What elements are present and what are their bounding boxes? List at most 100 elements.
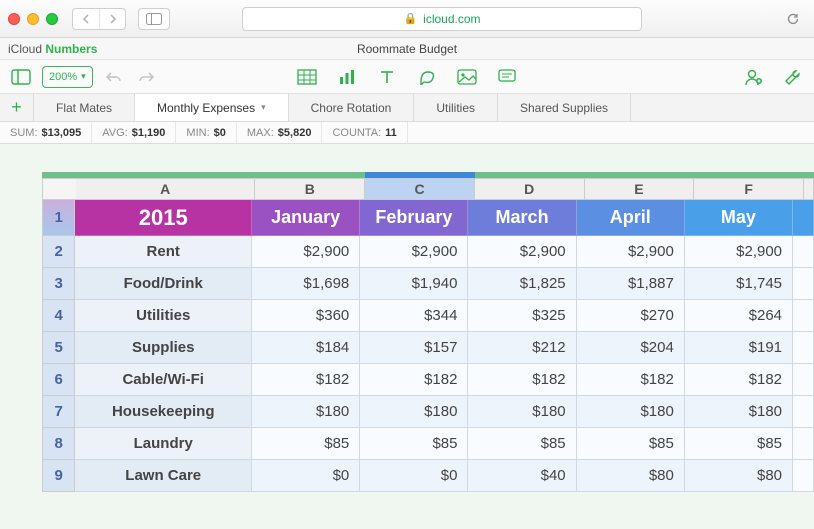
data-cell[interactable]: $85 (360, 428, 468, 460)
row-header[interactable]: 4 (42, 300, 75, 332)
redo-button[interactable] (135, 66, 157, 88)
data-cell[interactable]: $182 (685, 364, 793, 396)
row-label-cell[interactable]: Supplies (75, 332, 252, 364)
insert-comment-button[interactable] (496, 66, 518, 88)
stat-max[interactable]: MAX:$5,820 (237, 122, 323, 143)
data-cell[interactable]: $191 (685, 332, 793, 364)
minimize-window-button[interactable] (27, 13, 39, 25)
data-cell[interactable]: $80 (577, 460, 685, 492)
select-all-corner[interactable] (42, 178, 76, 200)
spreadsheet-canvas[interactable]: ABCDEF 12015JanuaryFebruaryMarchAprilMay… (0, 144, 814, 529)
row-label-cell[interactable]: Cable/Wi-Fi (75, 364, 252, 396)
data-cell[interactable]: $180 (252, 396, 360, 428)
data-cell[interactable]: $2,900 (468, 236, 576, 268)
sheet-tab[interactable]: Monthly Expenses (135, 94, 289, 121)
row-header[interactable]: 9 (42, 460, 75, 492)
stat-avg[interactable]: AVG:$1,190 (92, 122, 176, 143)
data-cell[interactable]: $1,745 (685, 268, 793, 300)
header-cell[interactable]: 2015 (75, 200, 252, 236)
data-cell[interactable]: $85 (252, 428, 360, 460)
header-cell[interactable]: February (360, 200, 468, 236)
row-label-cell[interactable]: Food/Drink (75, 268, 252, 300)
forward-button[interactable] (99, 9, 125, 29)
data-cell[interactable]: $270 (577, 300, 685, 332)
insert-image-button[interactable] (456, 66, 478, 88)
data-cell[interactable]: $85 (468, 428, 576, 460)
column-header[interactable]: A (76, 178, 256, 200)
reload-button[interactable] (780, 8, 806, 30)
column-header[interactable]: E (585, 178, 695, 200)
header-cell[interactable]: May (685, 200, 793, 236)
data-cell[interactable]: $1,825 (468, 268, 576, 300)
insert-chart-button[interactable] (336, 66, 358, 88)
data-cell[interactable]: $40 (468, 460, 576, 492)
data-cell[interactable]: $344 (360, 300, 468, 332)
row-header[interactable]: 8 (42, 428, 75, 460)
row-label-cell[interactable]: Housekeeping (75, 396, 252, 428)
data-cell[interactable]: $204 (577, 332, 685, 364)
data-cell[interactable]: $264 (685, 300, 793, 332)
data-cell[interactable]: $182 (468, 364, 576, 396)
data-cell[interactable]: $184 (252, 332, 360, 364)
sheet-tab[interactable]: Flat Mates (34, 94, 135, 121)
row-label-cell[interactable]: Utilities (75, 300, 252, 332)
add-sheet-button[interactable]: + (0, 94, 34, 121)
data-cell[interactable]: $360 (252, 300, 360, 332)
insert-shape-button[interactable] (416, 66, 438, 88)
tools-button[interactable] (782, 66, 804, 88)
data-cell[interactable]: $212 (468, 332, 576, 364)
data-cell[interactable]: $1,887 (577, 268, 685, 300)
data-cell[interactable]: $180 (685, 396, 793, 428)
sheet-tab[interactable]: Utilities (414, 94, 498, 121)
data-cell[interactable]: $180 (468, 396, 576, 428)
row-label-cell[interactable]: Lawn Care (75, 460, 252, 492)
data-cell[interactable]: $182 (360, 364, 468, 396)
insert-table-button[interactable] (296, 66, 318, 88)
view-options-button[interactable] (10, 66, 32, 88)
data-cell[interactable]: $325 (468, 300, 576, 332)
data-cell[interactable]: $1,698 (252, 268, 360, 300)
sheet-tab[interactable]: Shared Supplies (498, 94, 631, 121)
data-cell[interactable]: $180 (577, 396, 685, 428)
insert-text-button[interactable] (376, 66, 398, 88)
row-label-cell[interactable]: Laundry (75, 428, 252, 460)
address-bar[interactable]: 🔒 icloud.com (242, 7, 642, 31)
row-header[interactable]: 6 (42, 364, 75, 396)
data-cell[interactable]: $182 (577, 364, 685, 396)
row-header[interactable]: 2 (42, 236, 75, 268)
data-cell[interactable]: $0 (252, 460, 360, 492)
row-header[interactable]: 1 (42, 200, 75, 236)
table[interactable]: ABCDEF 12015JanuaryFebruaryMarchAprilMay… (42, 178, 814, 492)
collaborate-button[interactable] (742, 66, 764, 88)
data-cell[interactable]: $182 (252, 364, 360, 396)
back-button[interactable] (73, 9, 99, 29)
data-cell[interactable]: $2,900 (252, 236, 360, 268)
row-header[interactable]: 3 (42, 268, 75, 300)
sheet-tab[interactable]: Chore Rotation (289, 94, 415, 121)
data-cell[interactable]: $180 (360, 396, 468, 428)
close-window-button[interactable] (8, 13, 20, 25)
show-sidebar-button[interactable] (138, 8, 170, 30)
stat-counta[interactable]: COUNTA:11 (322, 122, 407, 143)
data-cell[interactable]: $80 (685, 460, 793, 492)
row-header[interactable]: 7 (42, 396, 75, 428)
header-cell[interactable]: March (468, 200, 576, 236)
column-header[interactable]: D (475, 178, 585, 200)
column-header[interactable]: B (255, 178, 365, 200)
data-cell[interactable]: $2,900 (360, 236, 468, 268)
data-cell[interactable]: $2,900 (577, 236, 685, 268)
data-cell[interactable]: $2,900 (685, 236, 793, 268)
data-cell[interactable]: $1,940 (360, 268, 468, 300)
data-cell[interactable]: $85 (577, 428, 685, 460)
column-header[interactable]: C (365, 178, 475, 200)
fullscreen-window-button[interactable] (46, 13, 58, 25)
row-header[interactable]: 5 (42, 332, 75, 364)
document-title[interactable]: Roommate Budget (0, 42, 814, 56)
row-label-cell[interactable]: Rent (75, 236, 252, 268)
column-header[interactable]: F (694, 178, 804, 200)
header-cell[interactable]: January (252, 200, 360, 236)
stat-sum[interactable]: SUM:$13,095 (0, 122, 92, 143)
undo-button[interactable] (103, 66, 125, 88)
data-cell[interactable]: $157 (360, 332, 468, 364)
zoom-dropdown[interactable]: 200% (42, 66, 93, 88)
